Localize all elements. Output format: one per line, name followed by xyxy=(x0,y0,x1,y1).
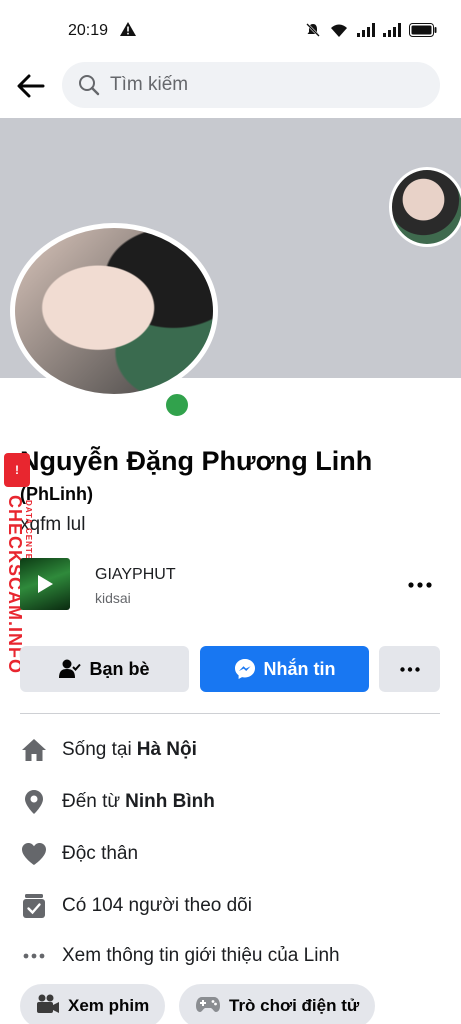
search-icon xyxy=(79,75,100,96)
intro-relationship: Độc thân xyxy=(20,839,440,869)
home-icon xyxy=(20,736,48,764)
signal-icon-2 xyxy=(383,23,401,42)
lives-prefix: Sống tại xyxy=(62,739,132,760)
gamepad-icon xyxy=(195,995,221,1018)
arrow-left-icon xyxy=(17,74,45,98)
wifi-icon xyxy=(329,22,349,43)
intro-lives-in: Sống tại Hà Nội xyxy=(20,735,440,765)
music-title: GIAYPHUT xyxy=(95,566,176,583)
music-play-button[interactable] xyxy=(20,558,70,610)
film-camera-icon xyxy=(36,994,60,1019)
followers-icon xyxy=(20,892,48,920)
lives-value[interactable]: Hà Nội xyxy=(137,739,197,761)
cover-profile-thumbnail[interactable] xyxy=(389,167,461,247)
back-button[interactable] xyxy=(14,70,48,102)
status-bar: 20:19 xyxy=(0,0,461,60)
intro-followers[interactable]: Có 104 người theo dõi xyxy=(20,891,440,921)
online-status-dot xyxy=(162,390,192,420)
avatar xyxy=(10,223,218,399)
play-icon xyxy=(38,575,53,593)
location-pin-icon xyxy=(20,788,48,816)
followers-text: Có 104 người theo dõi xyxy=(62,895,252,916)
chip-movies-label: Xem phim xyxy=(68,996,150,1015)
music-more-button[interactable] xyxy=(404,572,436,598)
more-dots-icon xyxy=(408,582,432,588)
more-actions-button[interactable] xyxy=(379,646,440,692)
from-value[interactable]: Ninh Bình xyxy=(125,791,215,813)
more-dots-icon xyxy=(399,666,420,672)
watermark-badge: ! xyxy=(4,453,30,487)
more-dots-icon xyxy=(20,942,48,970)
warning-icon xyxy=(120,22,136,41)
relationship-text: Độc thân xyxy=(62,843,139,864)
search-placeholder: Tìm kiếm xyxy=(110,74,189,95)
message-button[interactable]: Nhắn tin xyxy=(200,646,369,692)
message-label: Nhắn tin xyxy=(263,658,336,679)
intro-see-more[interactable]: Xem thông tin giới thiệu của Linh xyxy=(20,941,440,971)
music-artist: kidsai xyxy=(95,590,131,606)
profile-name: Nguyễn Đặng Phương Linh xyxy=(20,446,373,476)
search-input[interactable]: Tìm kiếm xyxy=(62,62,440,108)
friends-label: Bạn bè xyxy=(89,658,150,679)
heart-icon xyxy=(20,840,48,868)
battery-icon xyxy=(409,23,437,42)
friend-check-icon xyxy=(59,659,82,679)
status-time: 20:19 xyxy=(68,22,109,39)
see-more-text: Xem thông tin giới thiệu của Linh xyxy=(62,945,340,966)
from-prefix: Đến từ xyxy=(62,791,121,812)
chip-games[interactable]: Trò chơi điện tử xyxy=(179,984,376,1024)
divider xyxy=(20,713,440,714)
chip-movies[interactable]: Xem phim xyxy=(20,984,166,1024)
messenger-icon xyxy=(234,658,256,680)
status-indicators xyxy=(305,22,437,43)
watermark-subtext: DATA CENTER xyxy=(24,500,33,567)
chip-games-label: Trò chơi điện tử xyxy=(229,996,360,1015)
mute-icon xyxy=(305,22,321,43)
friends-button[interactable]: Bạn bè xyxy=(20,646,189,692)
profile-picture[interactable] xyxy=(10,223,218,399)
signal-icon xyxy=(357,23,375,42)
intro-from: Đến từ Ninh Bình xyxy=(20,787,440,817)
